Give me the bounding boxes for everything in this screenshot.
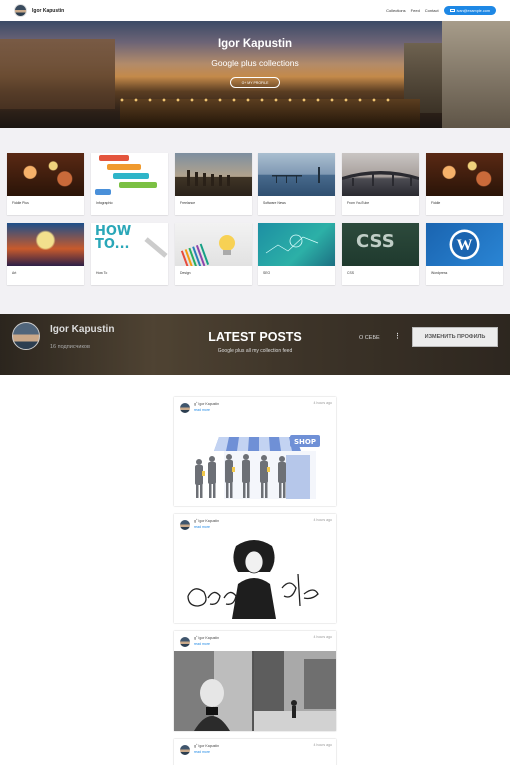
collection-card[interactable]: Infographic [91,153,168,215]
collection-card[interactable]: Fiddle Plus [7,153,84,215]
post-time: 4 hours ago [313,743,333,747]
collection-label: SEO [263,271,271,275]
collection-label: Software News [263,201,286,205]
hero-subtitle: Google plus collections [211,58,299,68]
post-header: g+ Igor Kapustin read more 4 hours ago [174,631,336,651]
collection-label: Design [180,271,191,275]
collection-label: From YouTube [347,201,370,205]
post-header: g+ Igor Kapustin read more 4 hours ago [174,739,336,759]
latest-posts-subheading: Google plus all my collection feed [217,348,293,354]
collection-card[interactable]: Design [175,223,252,285]
google-plus-profile-button[interactable]: G+ MY PROFILE [230,77,280,88]
post-image[interactable]: SHOP [174,417,336,502]
edit-profile-button[interactable]: ИЗМЕНИТЬ ПРОФИЛЬ [412,327,498,347]
collection-card[interactable]: HOW TO... How To [91,223,168,285]
post-time: 4 hours ago [313,518,333,522]
about-link[interactable]: О СЕБЕ [359,335,380,341]
post-author[interactable]: g+ Igor Kapustin [194,401,219,406]
collection-thumb: W [426,223,503,266]
hero-title: Igor Kapustin [217,38,293,50]
collection-card[interactable]: Freelance [175,153,252,215]
post-time: 4 hours ago [313,401,333,405]
collection-card[interactable]: W Wordpress [426,223,503,285]
brand-name: Igor Kapustin [32,7,65,14]
collection-label: How To [96,271,108,275]
collection-label: Fiddle [431,201,441,205]
collection-thumb [91,153,168,196]
post-avatar[interactable] [180,637,190,647]
read-more-link[interactable]: read more [194,525,210,529]
post-header: g+ Igor Kapustin read more 4 hours ago [174,397,336,417]
email-label: ivan@example.com [456,8,490,13]
post-header: g+ Igor Kapustin read more 4 hours ago [174,514,336,534]
hero-banner: Igor Kapustin Google plus collections G+… [0,21,510,128]
css-glyph: CSS [356,231,395,252]
top-nav: Igor Kapustin Collections Feed Contact i… [0,0,510,21]
avatar [14,4,27,17]
post-card[interactable]: g+ Igor Kapustin read more 4 hours ago [174,514,336,623]
collection-thumb [258,153,335,196]
nav-link-contact[interactable]: Contact [425,8,439,13]
post-time: 4 hours ago [313,635,333,639]
collection-label: Art [12,271,17,275]
post-author[interactable]: g+ Igor Kapustin [194,518,219,523]
page: Igor Kapustin Collections Feed Contact i… [0,0,510,765]
google-doodle-woman [187,540,319,619]
post-avatar[interactable] [180,745,190,755]
collection-thumb [175,223,252,266]
collection-label: CSS [347,271,354,275]
email-button[interactable]: ivan@example.com [443,6,496,15]
collections-grid: Fiddle Plus Infographic Freelance Softwa… [0,128,510,314]
collection-card[interactable]: Art [7,223,84,285]
collection-card[interactable]: CSS CSS [342,223,419,285]
collection-label: Freelance [180,201,196,205]
collection-label: Fiddle Plus [12,201,29,205]
brand[interactable]: Igor Kapustin [14,4,64,17]
wordpress-icon: W [449,229,480,260]
collection-card[interactable]: From YouTube [342,153,419,215]
read-more-link[interactable]: read more [194,408,210,412]
nav-links: Collections Feed Contact ivan@example.co… [386,6,496,15]
post-image[interactable] [174,534,336,619]
street-photographer [174,651,336,731]
collection-thumb [258,223,335,266]
collection-thumb [426,153,503,196]
post-avatar[interactable] [180,403,190,413]
shop-queue-illustration: SHOP [195,435,320,499]
collection-card[interactable]: SEO [258,223,335,285]
collection-label: Wordpress [431,271,448,275]
read-more-link[interactable]: read more [194,642,210,646]
hero-street-lights [115,95,395,105]
collection-thumb: HOW TO... [91,223,168,266]
post-card[interactable]: g+ Igor Kapustin read more 4 hours ago S… [174,397,336,506]
post-author[interactable]: g+ Igor Kapustin [194,743,219,748]
more-vert-icon[interactable]: ⋮ [394,333,401,340]
collection-card[interactable]: Fiddle [426,153,503,215]
profile-bar: Igor Kapustin 16 подписчиков LATEST POST… [0,314,510,375]
mail-icon [449,8,455,13]
post-avatar[interactable] [180,520,190,530]
posts-feed: g+ Igor Kapustin read more 4 hours ago S… [0,375,510,765]
collection-thumb: CSS [342,223,419,266]
collection-thumb [7,153,84,196]
nav-link-feed[interactable]: Feed [411,8,420,13]
read-more-link[interactable]: read more [194,750,210,754]
post-card[interactable]: g+ Igor Kapustin read more 4 hours ago [174,631,336,731]
how-to-glyph: HOW TO... [95,224,132,252]
collection-label: Infographic [96,201,113,205]
nav-link-collections[interactable]: Collections [386,8,406,13]
svg-text:SHOP: SHOP [294,438,316,446]
collection-thumb [7,223,84,266]
post-author[interactable]: g+ Igor Kapustin [194,635,219,640]
collection-thumb [175,153,252,196]
post-image[interactable] [174,651,336,731]
post-card[interactable]: g+ Igor Kapustin read more 4 hours ago [174,739,336,765]
collection-thumb [342,153,419,196]
collection-card[interactable]: Software News [258,153,335,215]
svg-text:W: W [457,237,473,254]
